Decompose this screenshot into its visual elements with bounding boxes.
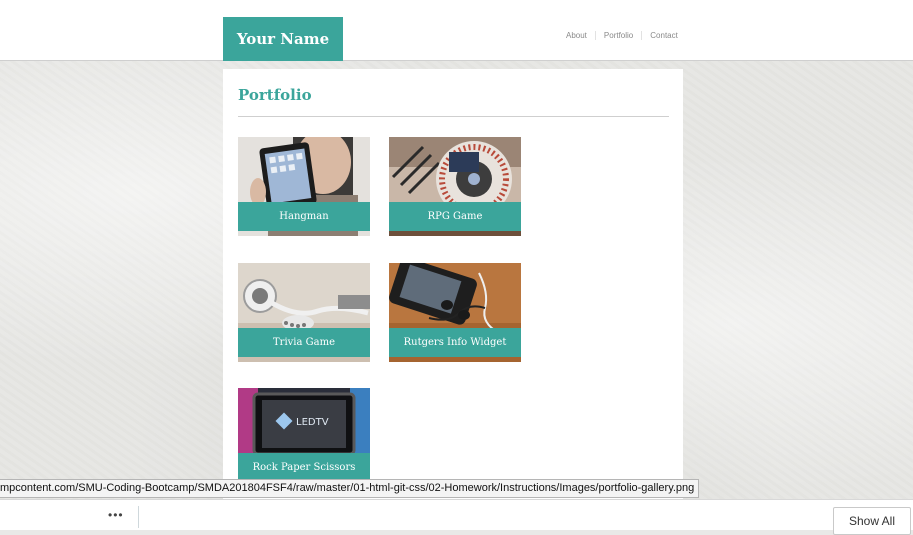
portfolio-item-rutgers-info-widget[interactable]: Rutgers Info Widget xyxy=(389,263,521,362)
more-icon[interactable]: ••• xyxy=(108,508,124,522)
show-all-button[interactable]: Show All xyxy=(833,507,911,535)
title-divider xyxy=(238,116,669,117)
portfolio-panel: Portfolio Hangman RPG Game Trivia Game R… xyxy=(223,69,683,499)
portfolio-item-rpg-game[interactable]: RPG Game xyxy=(389,137,521,236)
portfolio-caption: Rock Paper Scissors xyxy=(238,453,370,482)
portfolio-item-rock-paper-scissors[interactable]: LEDTV Rock Paper Scissors xyxy=(238,388,370,487)
portfolio-item-trivia-game[interactable]: Trivia Game xyxy=(238,263,370,362)
nav-about[interactable]: About xyxy=(566,31,595,40)
portfolio-caption: Rutgers Info Widget xyxy=(389,328,521,357)
portfolio-item-hangman[interactable]: Hangman xyxy=(238,137,370,236)
link-status-bar: mpcontent.com/SMU-Coding-Bootcamp/SMDA20… xyxy=(0,479,700,498)
main-nav: About Portfolio Contact xyxy=(566,31,686,40)
nav-portfolio[interactable]: Portfolio xyxy=(594,31,641,40)
download-divider xyxy=(138,506,139,528)
download-bar: ••• Show All xyxy=(0,499,913,535)
tv-logo-text: LEDTV xyxy=(296,417,329,428)
nav-contact[interactable]: Contact xyxy=(641,31,686,40)
page-title: Portfolio xyxy=(238,86,312,104)
portfolio-caption: RPG Game xyxy=(389,202,521,231)
brand-logo[interactable]: Your Name xyxy=(223,17,343,61)
site-header: Your Name About Portfolio Contact xyxy=(0,0,913,61)
portfolio-caption: Hangman xyxy=(238,202,370,231)
portfolio-caption: Trivia Game xyxy=(238,328,370,357)
